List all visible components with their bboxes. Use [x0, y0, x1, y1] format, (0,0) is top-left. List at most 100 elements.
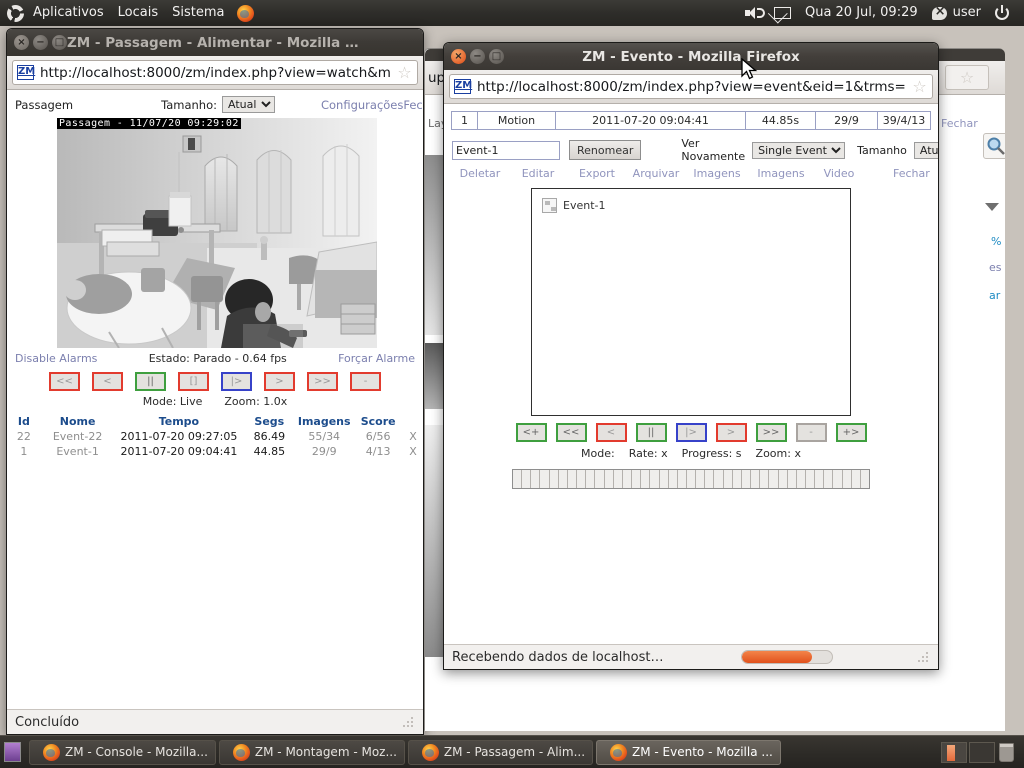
workspace-switcher[interactable] — [935, 741, 1020, 763]
close-link-watch[interactable]: Fechar — [403, 98, 423, 112]
clock[interactable]: Qua 20 Jul, 09:29 — [798, 0, 925, 26]
row1-nome[interactable]: Event-1 — [41, 444, 115, 459]
disable-alarms-link[interactable]: Disable Alarms — [15, 352, 97, 365]
firefox-icon[interactable] — [237, 4, 255, 22]
row1-imagens: 29/9 — [311, 445, 337, 458]
watch-btn-fwd[interactable]: > — [264, 372, 295, 391]
broken-image-icon — [542, 198, 557, 213]
trash-icon[interactable] — [999, 742, 1014, 762]
bookmark-star-icon-evento[interactable]: ☆ — [911, 78, 928, 95]
watch-btn-fastrev[interactable]: << — [49, 372, 80, 391]
maximize-button-passagem[interactable]: □ — [52, 35, 67, 50]
event-score: 39/4/13 — [877, 111, 931, 130]
event-btn-prev-event[interactable]: <+ — [515, 423, 547, 442]
taskbar-item-montagem[interactable]: ZM - Montagem - Moz... — [218, 739, 405, 765]
titlebar-zm-evento[interactable]: × − □ ZM - Evento - Mozilla Firefox — [444, 43, 938, 70]
link-fechar-evento[interactable]: Fechar — [893, 167, 930, 180]
close-button-evento[interactable]: × — [451, 49, 466, 64]
watch-btn-stop[interactable]: [] — [178, 372, 209, 391]
broken-image-placeholder: Event-1 — [532, 189, 850, 213]
taskbar-label-console: ZM - Console - Mozilla... — [65, 745, 208, 759]
table-row[interactable]: 22 Event-22 2011-07-20 09:27:05 86.49 55… — [7, 429, 423, 444]
urlbar-evento[interactable]: ZM http://localhost:8000/zm/index.php?vi… — [449, 74, 933, 99]
rename-button[interactable]: Renomear — [569, 140, 642, 160]
mail-icon — [773, 7, 791, 19]
link-imagens-2[interactable]: Imagens — [751, 167, 811, 180]
user-indicator[interactable]: user — [925, 0, 988, 26]
watch-btn-play[interactable]: |> — [221, 372, 252, 391]
maximize-button-evento[interactable]: □ — [489, 49, 504, 64]
event-frames: 29/9 — [815, 111, 878, 130]
monitor-state: Estado: Parado - 0.64 fps — [148, 352, 287, 365]
show-desktop-button[interactable] — [4, 740, 26, 765]
event-toolbar: Renomear Ver Novamente Single Event Tama… — [444, 130, 938, 163]
fragment-ar: ar — [989, 289, 1001, 302]
event-btn-pause[interactable]: || — [635, 423, 667, 442]
link-video[interactable]: Video — [813, 167, 865, 180]
urlbar-passagem[interactable]: ZM http://localhost:8000/zm/index.php?vi… — [12, 60, 418, 85]
workspace-1[interactable] — [941, 741, 967, 763]
watch-btn-zoomout[interactable]: - — [350, 372, 381, 391]
row0-delete[interactable]: X — [403, 429, 423, 444]
search-button-montagem[interactable] — [983, 133, 1005, 159]
fragment-percent: % — [991, 235, 1002, 248]
window-zm-passagem[interactable]: × − □ ZM - Passagem - Alimentar - Mozill… — [6, 28, 424, 735]
event-name-input[interactable] — [452, 140, 560, 160]
close-link-montagem[interactable]: Fechar — [941, 117, 978, 130]
close-button-passagem[interactable]: × — [14, 35, 29, 50]
watch-btn-rev[interactable]: < — [92, 372, 123, 391]
link-arquivar[interactable]: Arquivar — [627, 167, 685, 180]
replay-select[interactable]: Single Event — [752, 141, 846, 159]
chevron-down-icon-montagem[interactable] — [985, 203, 999, 211]
resize-grip-evento[interactable] — [917, 650, 930, 664]
link-imagens-1[interactable]: Imagens — [687, 167, 747, 180]
taskbar-item-evento[interactable]: ZM - Evento - Mozilla ... — [596, 739, 781, 765]
table-row[interactable]: 1 Event-1 2011-07-20 09:04:41 44.85 29/9… — [7, 444, 423, 459]
size-select[interactable]: Atual — [221, 96, 275, 113]
event-btn-fastfwd[interactable]: >> — [755, 423, 787, 442]
menu-locais[interactable]: Locais — [111, 0, 165, 26]
force-alarm-link[interactable]: Forçar Alarme — [338, 352, 415, 365]
minimize-button-evento[interactable]: − — [470, 49, 485, 64]
taskbar-item-passagem[interactable]: ZM - Passagem - Alim... — [407, 739, 594, 765]
link-editar[interactable]: Editar — [510, 167, 566, 180]
size-select-evento[interactable]: Atual — [913, 141, 938, 159]
bookmark-star-icon-montagem[interactable]: ☆ — [945, 65, 989, 90]
col-imagens: Imagens — [297, 415, 351, 428]
link-deletar[interactable]: Deletar — [452, 167, 508, 180]
row1-delete[interactable]: X — [403, 444, 423, 459]
volume-indicator[interactable] — [738, 6, 767, 20]
row0-nome[interactable]: Event-22 — [41, 429, 115, 444]
settings-link[interactable]: Configurações — [321, 98, 403, 112]
event-image-box[interactable]: Event-1 — [531, 188, 851, 416]
event-cause: Motion — [477, 111, 556, 130]
event-btn-rev[interactable]: < — [595, 423, 627, 442]
menu-sistema[interactable]: Sistema — [165, 0, 231, 26]
ubuntu-logo-icon[interactable] — [7, 4, 24, 22]
firefox-icon-evento — [610, 743, 628, 761]
window-zm-evento[interactable]: × − □ ZM - Evento - Mozilla Firefox ZM h… — [443, 42, 939, 670]
mail-indicator[interactable] — [767, 7, 798, 19]
replay-label: Ver Novamente — [681, 137, 746, 163]
frame-progress-strip[interactable] — [512, 469, 870, 489]
event-btn-zoomout[interactable]: - — [795, 423, 827, 442]
minimize-button-passagem[interactable]: − — [33, 35, 48, 50]
watch-btn-pause[interactable]: || — [135, 372, 166, 391]
event-btn-play[interactable]: |> — [675, 423, 707, 442]
event-btn-fastrev[interactable]: << — [555, 423, 587, 442]
titlebar-zm-passagem[interactable]: × − □ ZM - Passagem - Alimentar - Mozill… — [7, 29, 423, 56]
taskbar-item-console[interactable]: ZM - Console - Mozilla... — [29, 739, 216, 765]
watch-btn-fastfwd[interactable]: >> — [307, 372, 338, 391]
top-panel: Aplicativos Locais Sistema Qua 20 Jul, 0… — [0, 0, 1024, 26]
event-btn-next-event[interactable]: +> — [835, 423, 867, 442]
link-export[interactable]: Export — [569, 167, 625, 180]
bookmark-star-icon[interactable]: ☆ — [396, 64, 413, 81]
session-indicator[interactable] — [988, 5, 1016, 20]
show-desktop-icon — [4, 742, 21, 762]
resize-grip-passagem[interactable] — [402, 715, 415, 729]
menu-aplicativos[interactable]: Aplicativos — [26, 0, 111, 26]
event-btn-fwd[interactable]: > — [715, 423, 747, 442]
workspace-2[interactable] — [969, 741, 995, 763]
user-name: user — [952, 5, 981, 20]
live-video-image[interactable]: Passagem - 11/07/20 09:29:02 — [57, 118, 377, 348]
